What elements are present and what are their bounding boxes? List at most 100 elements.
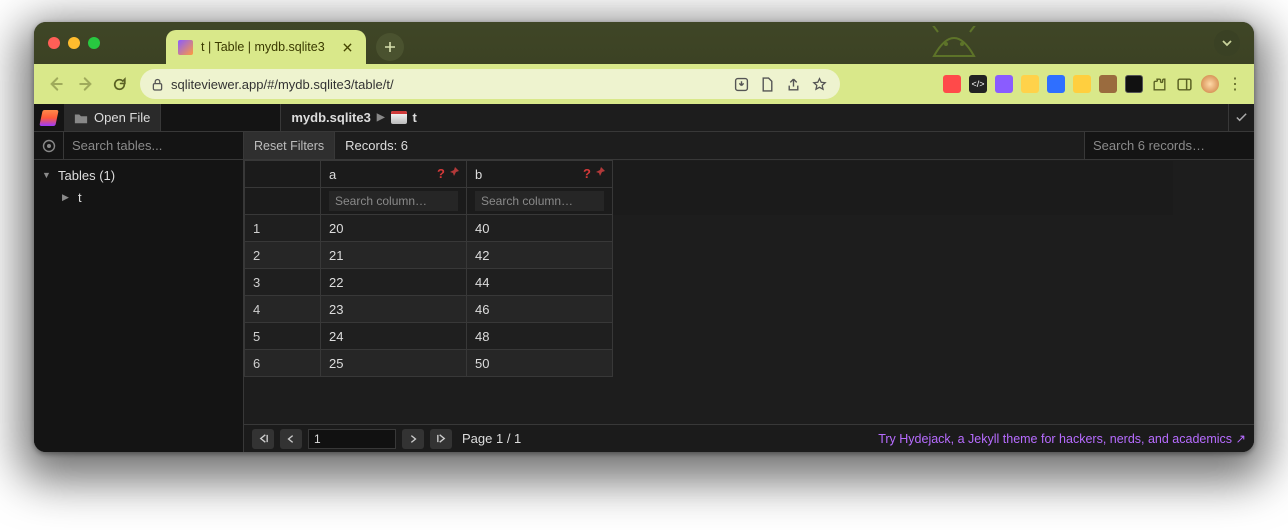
column-header-b[interactable]: b ? (467, 161, 613, 188)
cell-b[interactable]: 50 (467, 350, 613, 377)
extension-icon[interactable] (1047, 75, 1065, 93)
cell-b[interactable]: 40 (467, 215, 613, 242)
page-prev-button[interactable] (280, 429, 302, 449)
table-row[interactable]: 22142 (245, 242, 1173, 269)
row-number-cell: 6 (245, 350, 321, 377)
tab-title: t | Table | mydb.sqlite3 (201, 40, 332, 54)
window-minimize-button[interactable] (68, 37, 80, 49)
new-tab-button[interactable] (376, 33, 404, 61)
chevron-right-icon: ▶ (62, 192, 72, 203)
cell-b[interactable]: 44 (467, 269, 613, 296)
page-icon[interactable] (758, 75, 776, 93)
reset-filters-label: Reset Filters (254, 139, 324, 153)
row-number-cell: 2 (245, 242, 321, 269)
column-filter-b[interactable] (475, 191, 604, 211)
table-row[interactable]: 32244 (245, 269, 1173, 296)
sidebar-toggle-icon[interactable] (34, 132, 64, 159)
app-root: Open File mydb.sqlite3 ▶ t Reset Filters (34, 104, 1254, 452)
search-records-input[interactable] (1084, 132, 1254, 159)
tabs-dropdown-button[interactable] (1214, 30, 1240, 56)
cell-a[interactable]: 22 (321, 269, 467, 296)
browser-toolbar: sqliteviewer.app/#/mydb.sqlite3/table/t/… (34, 64, 1254, 104)
window-maximize-button[interactable] (88, 37, 100, 49)
page-next-button[interactable] (402, 429, 424, 449)
extensions-row: </> ⋮ (943, 74, 1244, 94)
app-logo-icon (34, 104, 64, 131)
extension-icon[interactable] (995, 75, 1013, 93)
breadcrumb-table[interactable]: t (413, 110, 417, 125)
breadcrumb: mydb.sqlite3 ▶ t (281, 104, 427, 131)
sidebar-tables-group[interactable]: ▼ Tables (1) (34, 164, 243, 186)
profile-avatar-icon[interactable] (1201, 75, 1219, 93)
browser-menu-button[interactable]: ⋮ (1227, 74, 1244, 94)
open-file-label: Open File (94, 110, 150, 125)
page-label: Page 1 / 1 (462, 431, 521, 446)
sidebar-table-name: t (78, 190, 82, 205)
row-number-cell: 3 (245, 269, 321, 296)
column-name: b (475, 167, 482, 182)
cell-a[interactable]: 24 (321, 323, 467, 350)
page-number-input[interactable] (308, 429, 396, 449)
address-bar-url: sqliteviewer.app/#/mydb.sqlite3/table/t/ (171, 77, 394, 92)
table-row[interactable]: 62550 (245, 350, 1173, 377)
extensions-puzzle-icon[interactable] (1151, 76, 1168, 93)
browser-window: t | Table | mydb.sqlite3 (34, 22, 1254, 452)
column-pin-icon[interactable] (594, 166, 606, 181)
install-app-icon[interactable] (732, 75, 750, 93)
row-number-header (245, 161, 321, 188)
nav-reload-button[interactable] (108, 73, 130, 95)
data-grid: a ? b (244, 160, 1173, 377)
column-type-unknown-icon[interactable]: ? (583, 166, 591, 181)
browser-tabstrip: t | Table | mydb.sqlite3 (34, 22, 1254, 64)
cell-b[interactable]: 42 (467, 242, 613, 269)
cell-a[interactable]: 20 (321, 215, 467, 242)
column-filter-a[interactable] (329, 191, 458, 211)
browser-tab[interactable]: t | Table | mydb.sqlite3 (166, 30, 366, 64)
share-icon[interactable] (784, 75, 802, 93)
cell-a[interactable]: 23 (321, 296, 467, 323)
breadcrumb-db[interactable]: mydb.sqlite3 (291, 110, 370, 125)
side-panel-icon[interactable] (1176, 76, 1193, 93)
extension-icon[interactable] (1099, 75, 1117, 93)
sidebar-tables-label: Tables (1) (58, 168, 115, 183)
data-grid-wrap: a ? b (244, 160, 1254, 452)
window-controls (46, 22, 106, 64)
app-header: Open File mydb.sqlite3 ▶ t (34, 104, 1254, 132)
column-pin-icon[interactable] (448, 166, 460, 181)
table-row[interactable]: 52448 (245, 323, 1173, 350)
table-row[interactable]: 12040 (245, 215, 1173, 242)
page-first-button[interactable] (252, 429, 274, 449)
table-row[interactable]: 42346 (245, 296, 1173, 323)
records-count: Records: 6 (335, 132, 418, 159)
promo-link[interactable]: Try Hydejack, a Jekyll theme for hackers… (878, 431, 1246, 446)
extension-icon[interactable] (1073, 75, 1091, 93)
window-close-button[interactable] (48, 37, 60, 49)
cell-a[interactable]: 25 (321, 350, 467, 377)
bookmark-star-icon[interactable] (810, 75, 828, 93)
extension-icon[interactable] (1021, 75, 1039, 93)
nav-forward-button[interactable] (76, 73, 98, 95)
promo-text: Try Hydejack, a Jekyll theme for hackers… (878, 431, 1246, 446)
open-file-button[interactable]: Open File (64, 104, 161, 131)
app-main: ▼ Tables (1) ▶ t a (34, 160, 1254, 452)
cell-b[interactable]: 48 (467, 323, 613, 350)
extension-icon[interactable]: </> (969, 75, 987, 93)
cell-b[interactable]: 46 (467, 296, 613, 323)
header-check-button[interactable] (1228, 104, 1254, 131)
nav-back-button[interactable] (44, 73, 66, 95)
column-name: a (329, 167, 336, 182)
column-type-unknown-icon[interactable]: ? (437, 166, 445, 181)
table-icon (391, 111, 407, 124)
column-header-a[interactable]: a ? (321, 161, 467, 188)
page-last-button[interactable] (430, 429, 452, 449)
row-number-cell: 5 (245, 323, 321, 350)
search-tables-input[interactable] (64, 132, 244, 159)
sidebar-table-item[interactable]: ▶ t (34, 186, 243, 208)
extension-icon[interactable] (943, 75, 961, 93)
reset-filters-button[interactable]: Reset Filters (244, 132, 335, 159)
extension-icon[interactable] (1125, 75, 1143, 93)
address-bar[interactable]: sqliteviewer.app/#/mydb.sqlite3/table/t/ (140, 69, 840, 99)
tab-close-button[interactable] (340, 40, 354, 54)
app-toolbar: Reset Filters Records: 6 (34, 132, 1254, 160)
cell-a[interactable]: 21 (321, 242, 467, 269)
